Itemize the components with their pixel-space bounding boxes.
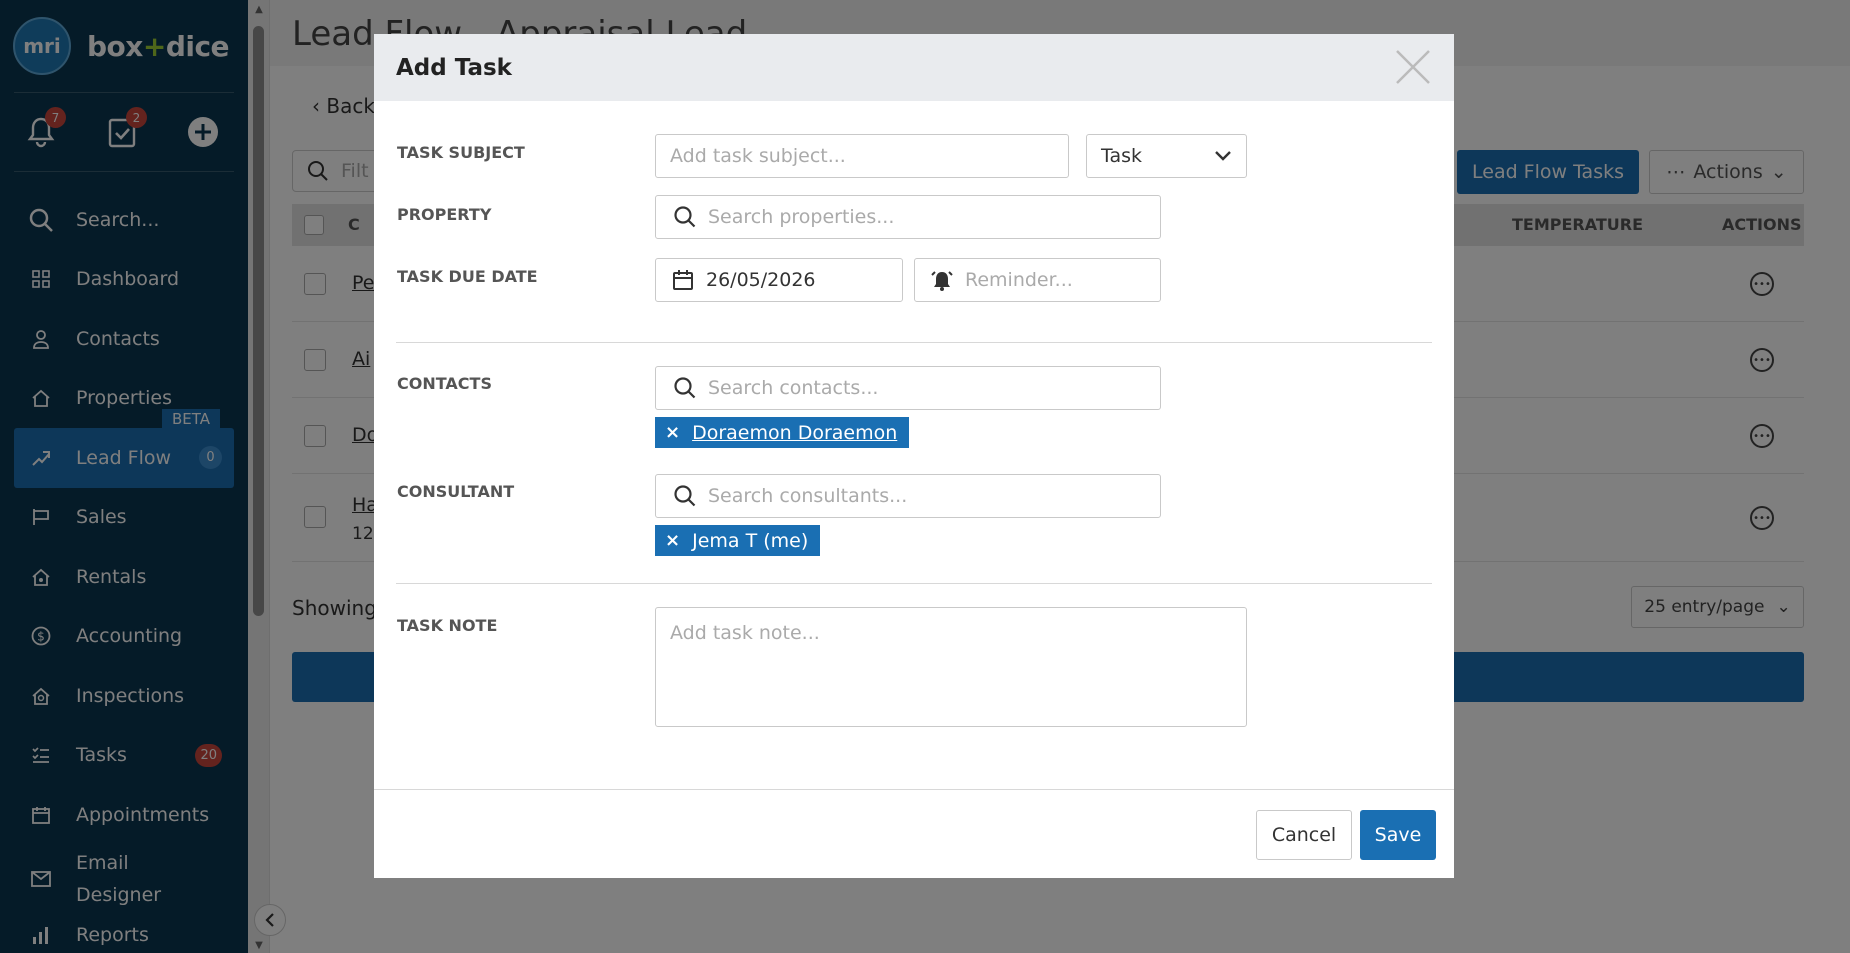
contact-tag-label[interactable]: Doraemon Doraemon (692, 422, 897, 444)
property-label: PROPERTY (397, 205, 492, 224)
task-note-label: TASK NOTE (397, 616, 498, 635)
calendar-icon (670, 267, 696, 293)
task-note-placeholder: Add task note... (670, 622, 820, 644)
task-subject-input[interactable]: Add task subject... (655, 134, 1069, 178)
due-date-label: TASK DUE DATE (397, 267, 538, 286)
property-placeholder: Search properties... (708, 206, 895, 228)
consultant-tag[interactable]: × Jema T (me) (655, 525, 821, 556)
section-divider (396, 342, 1432, 343)
contacts-placeholder: Search contacts... (708, 377, 879, 399)
task-type-select[interactable]: Task (1086, 134, 1247, 178)
alarm-bell-icon (929, 267, 955, 293)
close-icon[interactable] (1394, 48, 1432, 86)
reminder-input[interactable]: Reminder... (914, 258, 1161, 302)
reminder-placeholder: Reminder... (965, 269, 1073, 291)
consultant-placeholder: Search consultants... (708, 485, 908, 507)
save-button[interactable]: Save (1360, 810, 1436, 860)
consultant-tag-label: Jema T (me) (692, 529, 809, 552)
remove-tag-icon[interactable]: × (665, 530, 680, 551)
section-divider (396, 583, 1432, 584)
due-date-input[interactable]: 26/05/2026 (655, 258, 903, 302)
task-subject-label: TASK SUBJECT (397, 143, 525, 162)
remove-tag-icon[interactable]: × (665, 422, 680, 443)
task-subject-placeholder: Add task subject... (670, 145, 846, 167)
chevron-down-icon (1215, 151, 1231, 161)
contact-tag[interactable]: × Doraemon Doraemon (655, 417, 910, 448)
modal-header: Add Task (374, 34, 1454, 101)
consultant-search-input[interactable]: Search consultants... (655, 474, 1161, 518)
contacts-label: CONTACTS (397, 374, 492, 393)
task-note-textarea[interactable]: Add task note... (655, 607, 1247, 727)
footer-divider (374, 789, 1454, 790)
property-search-input[interactable]: Search properties... (655, 195, 1161, 239)
modal-title: Add Task (396, 54, 512, 81)
due-date-value: 26/05/2026 (706, 269, 816, 291)
add-task-modal: Add Task TASK SUBJECT Add task subject..… (374, 34, 1454, 878)
search-icon (672, 204, 698, 230)
contacts-search-input[interactable]: Search contacts... (655, 366, 1161, 410)
task-type-value: Task (1101, 145, 1143, 167)
search-icon (672, 375, 698, 401)
cancel-button[interactable]: Cancel (1256, 810, 1352, 860)
search-icon (672, 483, 698, 509)
consultant-label: CONSULTANT (397, 482, 515, 501)
